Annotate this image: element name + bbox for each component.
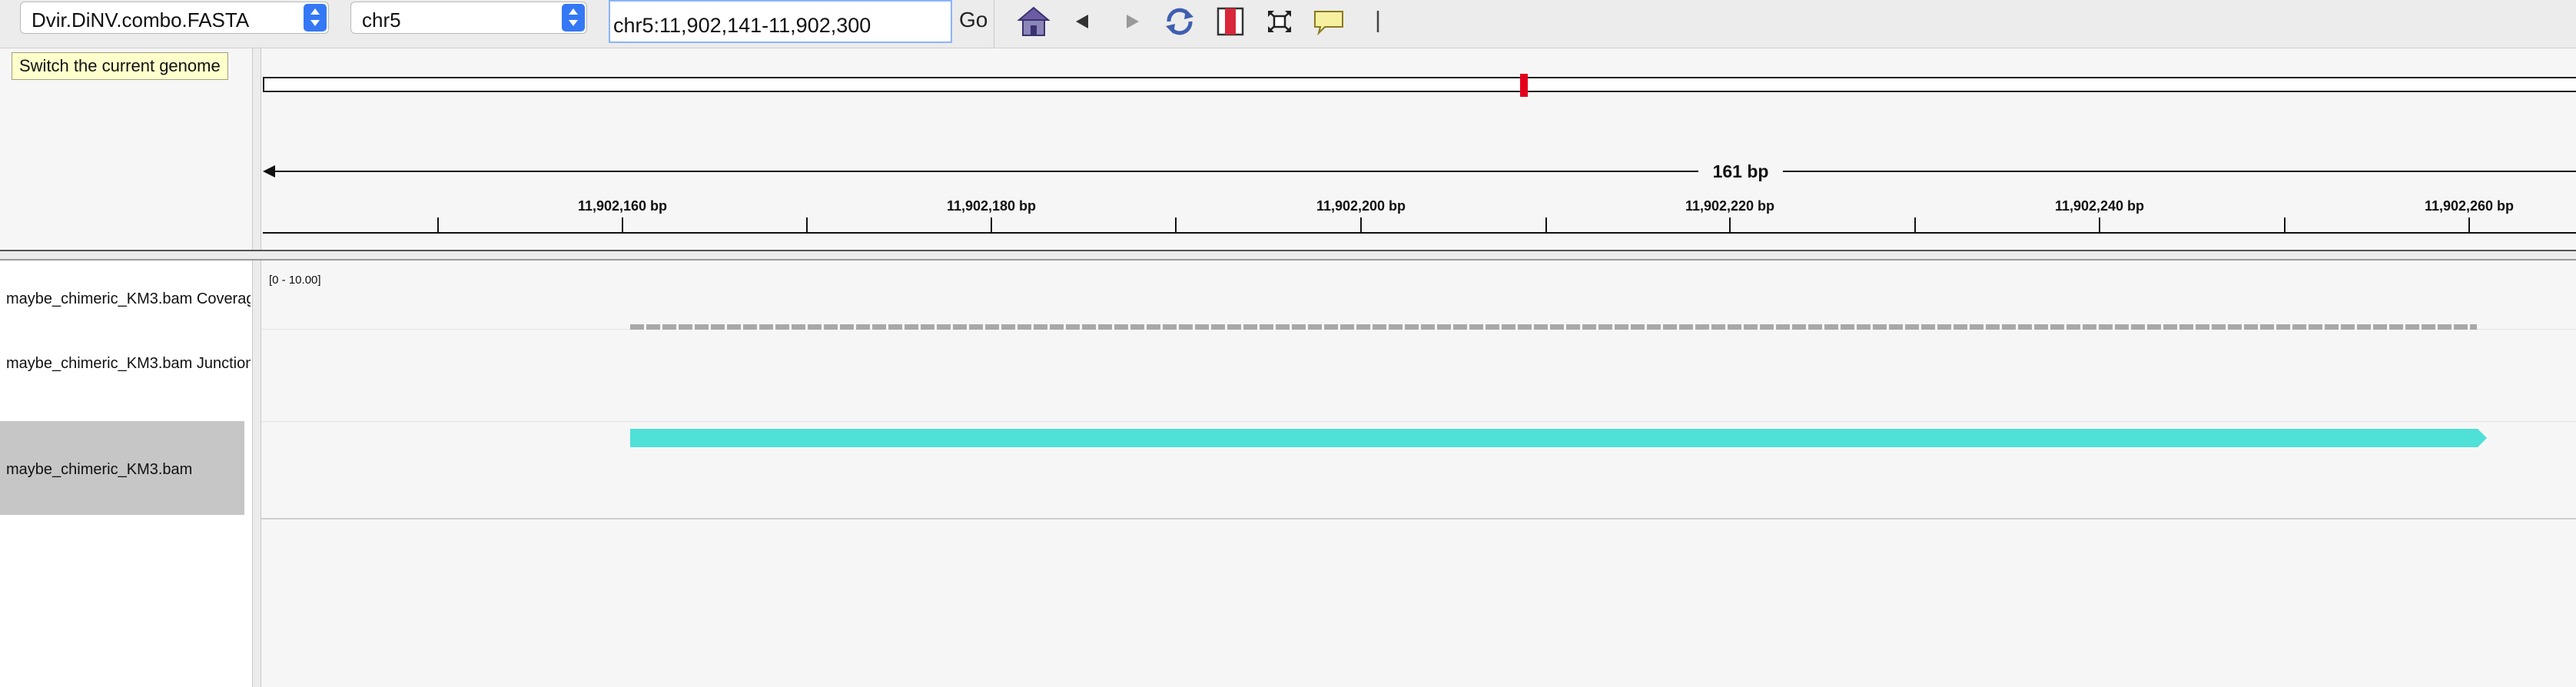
ruler-minor-tick bbox=[806, 217, 808, 232]
ruler-tick-label: 11,902,180 bp bbox=[946, 198, 1037, 214]
ruler-tick bbox=[1729, 217, 1731, 232]
ideogram-current-region-marker bbox=[1520, 74, 1528, 97]
genome-dropdown-value: Dvir.DiNV.combo.FASTA bbox=[32, 8, 250, 32]
alignment-read[interactable] bbox=[630, 429, 2478, 447]
ruler-tick-label: 11,902,160 bp bbox=[577, 198, 668, 214]
coverage-histogram[interactable] bbox=[630, 324, 2477, 330]
track-bottom-border bbox=[261, 518, 2576, 519]
fit-to-window-icon[interactable] bbox=[1262, 5, 1297, 38]
genome-tooltip: Switch the current genome bbox=[12, 52, 228, 80]
ruler-minor-tick bbox=[437, 217, 439, 232]
track-separator bbox=[261, 421, 2576, 422]
ruler-minor-tick bbox=[1914, 217, 1916, 232]
junctions-track-name[interactable]: maybe_chimeric_KM3.bam Junctions bbox=[6, 355, 251, 373]
go-button[interactable]: Go bbox=[959, 8, 988, 32]
ruler-span-line bbox=[1783, 171, 2576, 172]
refresh-icon[interactable] bbox=[1162, 5, 1197, 38]
chromosome-dropdown-arrows-icon[interactable] bbox=[562, 4, 585, 32]
ruler-tick-label: 11,902,200 bp bbox=[1316, 198, 1406, 214]
toolbar: Dvir.DiNV.combo.FASTA chr5 Go bbox=[0, 0, 2576, 48]
popup-info-icon[interactable] bbox=[1311, 5, 1346, 38]
ruler-tick bbox=[991, 217, 992, 232]
ruler-baseline bbox=[263, 232, 2576, 234]
ruler-tick bbox=[1360, 217, 1362, 232]
locus-input[interactable] bbox=[609, 0, 952, 43]
back-icon[interactable] bbox=[1065, 5, 1100, 38]
genome-dropdown-arrows-icon[interactable] bbox=[304, 4, 327, 32]
region-of-interest-icon[interactable] bbox=[1213, 5, 1248, 38]
coverage-range-label: [0 - 10.00] bbox=[269, 274, 321, 287]
ruler-span-label: 161 bp bbox=[1712, 161, 1769, 181]
chromosome-ideogram[interactable] bbox=[263, 77, 2576, 92]
alignment-track-name[interactable]: maybe_chimeric_KM3.bam bbox=[6, 461, 243, 479]
genome-dropdown[interactable]: Dvir.DiNV.combo.FASTA bbox=[20, 2, 329, 34]
ruler-minor-tick bbox=[1175, 217, 1177, 232]
coverage-track-name[interactable]: maybe_chimeric_KM3.bam Coverage bbox=[6, 290, 251, 308]
ruler-minor-tick bbox=[2284, 217, 2286, 232]
home-icon[interactable] bbox=[1016, 5, 1051, 38]
read-strand-arrow-icon bbox=[2478, 429, 2487, 447]
ruler-tick-label: 11,902,260 bp bbox=[2424, 198, 2515, 214]
ruler-tick-label: 11,902,240 bp bbox=[2054, 198, 2145, 214]
vertical-split-divider[interactable] bbox=[252, 48, 261, 687]
chromosome-dropdown-value: chr5 bbox=[362, 8, 401, 32]
ruler-span-line bbox=[271, 171, 1698, 172]
chromosome-dropdown[interactable]: chr5 bbox=[350, 2, 587, 34]
ruler-tick bbox=[2099, 217, 2100, 232]
toolbar-separator-icon bbox=[1362, 5, 1397, 38]
horizontal-split-divider[interactable] bbox=[0, 250, 2576, 261]
ruler-tick bbox=[622, 217, 623, 232]
ruler-minor-tick bbox=[1545, 217, 1547, 232]
ruler-tick-label: 11,902,220 bp bbox=[1685, 198, 1775, 214]
ruler-tick bbox=[2468, 217, 2470, 232]
forward-icon[interactable] bbox=[1114, 5, 1150, 38]
